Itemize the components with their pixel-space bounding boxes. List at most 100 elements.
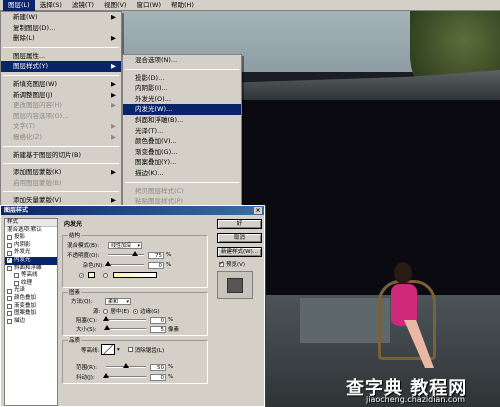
quality-title: 品质	[68, 336, 82, 344]
style-submenu-item-10[interactable]: 图案叠加(Y)...	[123, 157, 241, 168]
layer-menu-item-16[interactable]: 添加图层蒙版(K) ▶	[1, 167, 121, 178]
chevron-down-icon[interactable]: ▾	[117, 347, 120, 353]
style-checkbox[interactable]	[14, 281, 19, 287]
submenu-arrow-icon: ▶	[111, 168, 116, 177]
choke-input[interactable]: 0	[150, 316, 166, 324]
style-submenu-item-6[interactable]: 斜面和浮雕(B)...	[123, 115, 241, 126]
menubar-item-3[interactable]: 视图(V)	[99, 0, 132, 11]
style-item-1[interactable]: 投影	[5, 234, 57, 242]
range-slider[interactable]	[106, 363, 146, 368]
menu-separator	[3, 145, 119, 147]
style-checkbox[interactable]	[7, 288, 12, 294]
style-submenu-item-0[interactable]: 混合选项(N)...	[123, 55, 241, 66]
style-checkbox[interactable]	[7, 235, 12, 241]
source-label: 源:	[93, 309, 101, 315]
opacity-slider-knob[interactable]	[132, 251, 138, 256]
style-item-2[interactable]: 内阴影	[5, 242, 57, 250]
antialias-checkbox[interactable]	[127, 347, 133, 352]
center-radio[interactable]	[103, 308, 109, 314]
size-slider[interactable]	[104, 325, 146, 330]
style-item-3[interactable]: 外发光	[5, 249, 57, 257]
style-submenu-item-3[interactable]: 内阴影(I)...	[123, 83, 241, 94]
style-submenu-item-label: 渐变叠加(G)...	[135, 147, 178, 156]
layer-menu-item-0[interactable]: 新建(W) ▶	[1, 12, 121, 23]
preview-checkbox[interactable]	[219, 260, 224, 267]
style-item-8[interactable]: 光泽	[5, 287, 57, 295]
style-checkbox[interactable]	[14, 273, 19, 279]
size-input[interactable]: 5	[150, 325, 166, 333]
choke-slider[interactable]	[103, 316, 146, 321]
style-submenu-item-2[interactable]: 投影(D)...	[123, 73, 241, 84]
blend-mode-select[interactable]: 线性加深	[108, 241, 142, 249]
menubar-item-4[interactable]: 窗口(W)	[131, 0, 166, 11]
style-item-4[interactable]: 内发光	[5, 256, 57, 265]
submenu-arrow-icon: ▶	[111, 79, 116, 88]
layer-menu-item-1[interactable]: 复制图层(D)...	[1, 23, 121, 34]
opacity-slider[interactable]	[108, 251, 144, 256]
ok-button[interactable]: 好	[217, 219, 262, 229]
choke-slider-knob[interactable]	[103, 316, 109, 321]
noise-input[interactable]: 0	[148, 261, 164, 269]
style-submenu-item-5[interactable]: 内发光(W)...	[123, 104, 241, 115]
styles-list-header[interactable]: 样式	[5, 219, 57, 227]
layer-menu-item-7[interactable]: 新填充图层(W) ▶	[1, 79, 121, 90]
layer-menu-item-9[interactable]: 更改图层内容(H) ▶	[1, 100, 121, 111]
noise-slider-knob[interactable]	[105, 261, 111, 266]
glow-color-swatch[interactable]	[88, 272, 95, 278]
style-submenu-item-8[interactable]: 颜色叠加(V)...	[123, 136, 241, 147]
layer-menu-item-4[interactable]: 图层属性...	[1, 51, 121, 62]
style-submenu-item-11[interactable]: 描边(K)...	[123, 168, 241, 179]
style-submenu-item-4[interactable]: 外发光(O)...	[123, 94, 241, 105]
range-slider-knob[interactable]	[123, 363, 129, 368]
submenu-arrow-icon: ▶	[111, 101, 116, 110]
style-checkbox[interactable]	[7, 265, 12, 271]
jitter-slider-knob[interactable]	[103, 373, 109, 378]
range-input[interactable]: 50	[150, 363, 166, 371]
style-checkbox[interactable]	[7, 250, 12, 256]
style-submenu-item-9[interactable]: 渐变叠加(G)...	[123, 147, 241, 158]
blend-mode-label: 混合模式(B):	[67, 243, 99, 249]
cancel-button[interactable]: 取消	[217, 233, 262, 243]
style-item-9[interactable]: 颜色叠加	[5, 295, 57, 303]
layer-menu-item-10[interactable]: 图层内容选项(O)...	[1, 111, 121, 122]
style-item-7[interactable]: 纹理	[5, 280, 57, 288]
layer-menu-item-2[interactable]: 删除(L) ▶	[1, 33, 121, 44]
jitter-input[interactable]: 0	[150, 373, 166, 381]
style-checkbox[interactable]	[7, 319, 12, 325]
close-icon[interactable]: ×	[254, 207, 262, 214]
solid-color-radio[interactable]	[79, 272, 84, 278]
layer-menu-item-8[interactable]: 新调整图层(J) ▶	[1, 90, 121, 101]
menubar-item-2[interactable]: 滤镜(T)	[67, 0, 99, 11]
style-submenu-item-7[interactable]: 光泽(T)...	[123, 126, 241, 137]
layer-menu-item-14[interactable]: 新建基于图层的切片(B)	[1, 150, 121, 161]
menubar-item-0[interactable]: 图层(L)	[3, 0, 35, 11]
layer-menu-item-11[interactable]: 文字(T) ▶	[1, 121, 121, 132]
style-checkbox[interactable]	[7, 303, 12, 309]
edge-radio[interactable]	[133, 308, 139, 314]
style-item-12[interactable]: 描边	[5, 318, 57, 326]
layer-menu-item-12[interactable]: 栅格化(Z) ▶	[1, 132, 121, 143]
style-checkbox[interactable]	[7, 256, 12, 264]
menubar-item-1[interactable]: 选择(S)	[35, 0, 67, 11]
style-checkbox[interactable]	[7, 311, 12, 317]
noise-slider[interactable]	[105, 261, 144, 266]
range-label: 范围(R):	[76, 365, 97, 371]
opacity-input[interactable]: 75	[148, 251, 164, 259]
menubar-item-5[interactable]: 帮助(H)	[166, 0, 199, 11]
jitter-slider[interactable]	[103, 373, 146, 378]
style-item-11[interactable]: 图案叠加	[5, 310, 57, 318]
style-submenu-item-13[interactable]: 拷贝图层样式(C)	[123, 186, 241, 197]
layer-menu-item-17[interactable]: 启用图层蒙版(B)	[1, 178, 121, 189]
style-checkbox[interactable]	[7, 243, 12, 249]
style-item-6[interactable]: 等高线	[5, 272, 57, 280]
gradient-radio[interactable]	[103, 272, 108, 278]
new-style-button[interactable]: 新建样式(W)...	[217, 247, 262, 257]
method-select[interactable]: 柔和	[105, 297, 131, 305]
style-checkbox[interactable]	[7, 296, 12, 302]
size-slider-knob[interactable]	[104, 325, 111, 330]
contour-picker[interactable]	[101, 344, 115, 355]
style-item-0[interactable]: 混合选项:默认	[5, 227, 57, 235]
layer-menu-item-5[interactable]: 图层样式(Y) ▶	[1, 61, 121, 72]
style-item-10[interactable]: 渐变叠加	[5, 303, 57, 311]
glow-gradient-swatch[interactable]	[113, 272, 157, 278]
